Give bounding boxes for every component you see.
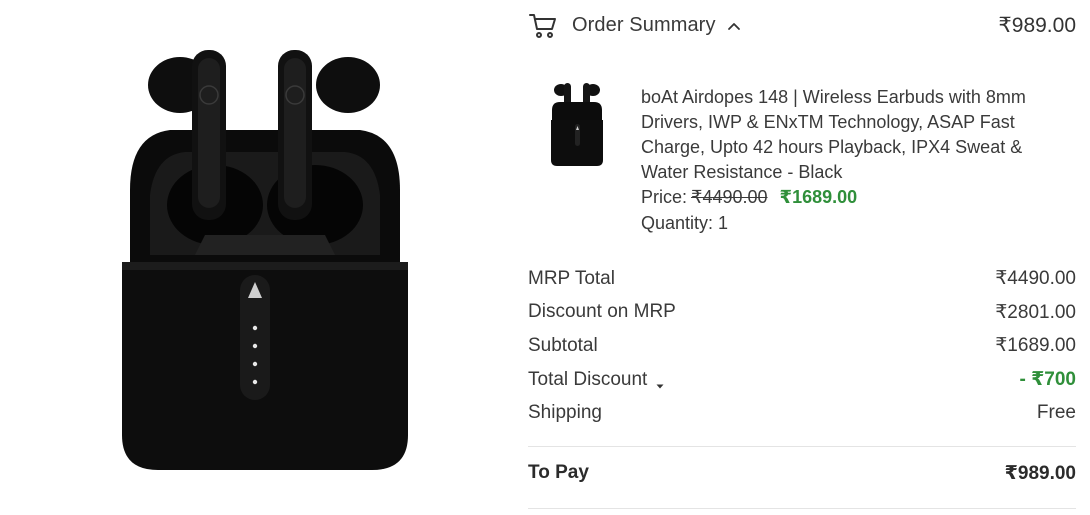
subtotal-row: Subtotal ₹1689.00 xyxy=(528,329,1076,363)
breakdown-label: Total Discount xyxy=(528,368,648,390)
cart-item: boAt Airdopes 148 | Wireless Earbuds wit… xyxy=(528,80,1076,240)
mrp-price: ₹4490.00 xyxy=(691,187,768,207)
breakdown-label: Discount on MRP xyxy=(528,301,676,323)
cart-icon xyxy=(528,10,558,40)
to-pay-amount: ₹989.00 xyxy=(1004,463,1076,484)
breakdown-value: Free xyxy=(1036,402,1076,424)
sale-price: ₹1689.00 xyxy=(779,187,858,207)
breakdown-label: Shipping xyxy=(528,402,602,424)
product-hero-image xyxy=(110,30,420,480)
product-details: boAt Airdopes 148 | Wireless Earbuds wit… xyxy=(641,85,1071,236)
price-breakdown: MRP Total ₹4490.00 Discount on MRP ₹2801… xyxy=(528,262,1076,430)
total-discount-toggle[interactable]: Total Discount xyxy=(528,369,665,391)
chevron-up-icon[interactable] xyxy=(726,18,742,34)
mrp-total-row: MRP Total ₹4490.00 xyxy=(528,262,1076,296)
price-label: Price: xyxy=(641,187,688,207)
breakdown-label: Subtotal xyxy=(528,334,598,356)
divider xyxy=(528,446,1076,447)
discount-on-mrp-row: Discount on MRP ₹2801.00 xyxy=(528,296,1076,330)
product-thumbnail xyxy=(548,80,606,170)
order-summary-header[interactable]: Order Summary ₹989.00 xyxy=(528,8,1076,42)
breakdown-value: - ₹700 xyxy=(1019,369,1076,391)
shipping-row: Shipping Free xyxy=(528,396,1076,430)
breakdown-value: ₹2801.00 xyxy=(995,301,1076,323)
product-name[interactable]: boAt Airdopes 148 | Wireless Earbuds wit… xyxy=(641,85,1071,185)
to-pay-row: To Pay ₹989.00 xyxy=(528,462,1076,485)
divider xyxy=(528,508,1076,509)
quantity-label: Quantity: 1 xyxy=(641,213,729,233)
breakdown-value: ₹1689.00 xyxy=(995,335,1076,357)
total-discount-row[interactable]: Total Discount - ₹700 xyxy=(528,363,1076,397)
price-row: Price: ₹4490.00 ₹1689.00 xyxy=(641,185,1071,210)
order-total-amount: ₹989.00 xyxy=(998,13,1076,37)
breakdown-value: ₹4490.00 xyxy=(995,268,1076,290)
breakdown-label: MRP Total xyxy=(528,267,615,289)
to-pay-label: To Pay xyxy=(528,462,589,483)
order-summary-panel: Order Summary ₹989.00 boAt Airdopes 148 … xyxy=(528,0,1076,515)
order-summary-title: Order Summary xyxy=(572,13,716,36)
caret-down-icon[interactable] xyxy=(655,375,665,389)
